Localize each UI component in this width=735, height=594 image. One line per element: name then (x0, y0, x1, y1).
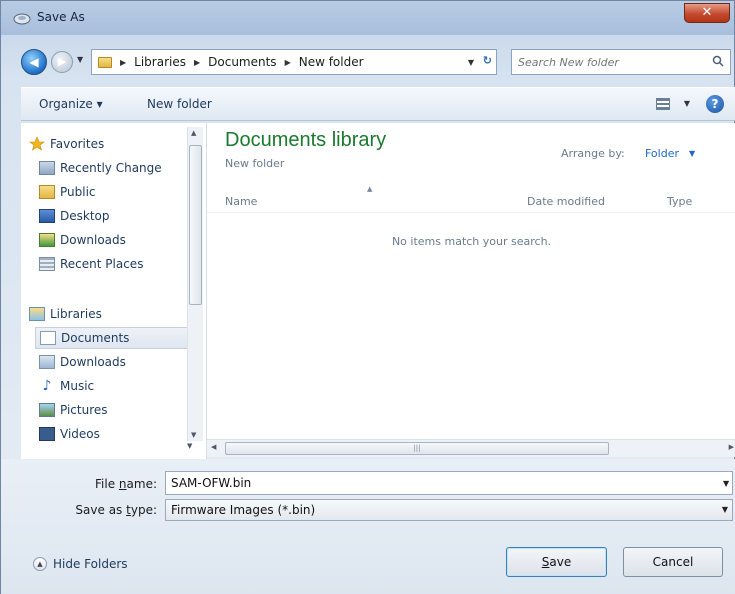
forward-button[interactable]: ▶ (51, 51, 73, 73)
sidebar-item-music[interactable]: ♪ Music (39, 375, 95, 397)
arrange-by-label: Arrange by: (561, 147, 625, 160)
command-bar: Organize ▾ New folder ▼ ? (21, 87, 735, 121)
scroll-right-arrow[interactable]: ▶ (729, 443, 734, 451)
refresh-icon[interactable]: ↻ (483, 54, 492, 67)
sidebar-item-public[interactable]: Public (39, 181, 96, 203)
save-as-icon (13, 13, 31, 25)
desktop-icon (39, 209, 55, 223)
sidebar-item-recent-places[interactable]: Recent Places (39, 253, 143, 275)
sidebar-item-recently-changed[interactable]: Recently Change (39, 157, 162, 179)
file-name-label: File name: (95, 477, 157, 491)
column-name[interactable]: Name (225, 195, 257, 208)
scroll-up-arrow[interactable]: ▲ (191, 129, 196, 137)
horizontal-scrollbar[interactable]: ◀ ||| ▶ (207, 439, 735, 457)
recent-pages-dropdown[interactable]: ▼ (77, 55, 83, 64)
breadcrumb-new-folder[interactable]: New folder (299, 55, 364, 69)
downloads-folder-icon (39, 233, 55, 247)
breadcrumb-documents[interactable]: Documents (208, 55, 276, 69)
view-options-icon[interactable] (656, 98, 670, 110)
sidebar-item-libraries[interactable]: Libraries (29, 303, 102, 325)
chevron-right-icon[interactable]: ▶ (285, 58, 291, 67)
sidebar-item-label: Public (60, 185, 96, 199)
new-folder-button[interactable]: New folder (147, 97, 212, 111)
music-icon: ♪ (42, 378, 52, 394)
sidebar-item-label: Documents (61, 331, 130, 345)
save-as-type-select[interactable]: Firmware Images (*.bin) ▼ (165, 499, 733, 521)
save-options-panel: File name: ▼ Save as type: Firmware Imag… (1, 459, 735, 594)
arrange-by-dropdown[interactable]: Folder (645, 147, 679, 160)
videos-icon (39, 427, 55, 441)
folder-icon (39, 185, 55, 199)
window-title: Save As (37, 10, 85, 24)
breadcrumb-libraries[interactable]: Libraries (134, 55, 186, 69)
save-as-type-value: Firmware Images (*.bin) (171, 503, 316, 517)
folder-icon (98, 56, 112, 68)
column-header-row: Name ▲ Date modified Type (207, 185, 735, 213)
back-button[interactable]: ◀ (21, 49, 47, 75)
file-name-input[interactable] (165, 471, 733, 495)
sidebar-item-downloads[interactable]: Downloads (39, 229, 126, 251)
search-icon (712, 55, 724, 67)
search-input[interactable] (512, 50, 692, 74)
save-as-type-label: Save as type: (75, 503, 157, 517)
sort-indicator-icon: ▲ (367, 185, 373, 193)
cancel-button[interactable]: Cancel (623, 547, 723, 577)
help-icon[interactable]: ? (706, 95, 724, 113)
sidebar-item-label: Pictures (60, 403, 108, 417)
sidebar-item-label: Downloads (60, 233, 126, 247)
chevron-right-icon[interactable]: ▶ (194, 58, 200, 67)
navigation-pane: Favorites Recently Change Public Desktop… (21, 123, 207, 459)
chevron-down-icon[interactable]: ▼ (689, 149, 695, 158)
hide-folders-toggle[interactable]: ▲ Hide Folders (33, 557, 128, 571)
sidebar-item-label: Music (60, 379, 95, 393)
scroll-down-arrow[interactable]: ▼ (191, 431, 196, 439)
navigation-pane-scrollbar[interactable]: ▲ ▼ (187, 127, 203, 441)
sidebar-item-desktop[interactable]: Desktop (39, 205, 110, 227)
sidebar-item-label: Videos (60, 427, 100, 441)
sidebar-item-label: Favorites (50, 137, 105, 151)
documents-icon (40, 331, 56, 345)
sidebar-item-library-downloads[interactable]: Downloads (39, 351, 126, 373)
sidebar-item-pictures[interactable]: Pictures (39, 399, 108, 421)
address-dropdown-icon[interactable]: ▼ (468, 58, 474, 67)
scroll-left-arrow[interactable]: ◀ (211, 443, 216, 451)
navigation-pane-scroll-icon[interactable]: ▼ (187, 442, 192, 450)
libraries-icon (29, 307, 45, 321)
sidebar-item-favorites[interactable]: Favorites (29, 133, 104, 155)
recent-places-icon (39, 257, 55, 271)
library-subtitle: New folder (225, 157, 285, 170)
scrollbar-thumb[interactable] (189, 145, 202, 305)
sidebar-item-videos[interactable]: Videos (39, 423, 100, 445)
sidebar-item-label: Recently Change (60, 161, 162, 175)
search-box[interactable] (511, 49, 731, 75)
address-bar[interactable]: ▶ Libraries ▶ Documents ▶ New folder ▼ ↻ (91, 49, 497, 75)
save-as-dialog: Save As ✕ ◀ ▶ ▼ ▶ Libraries ▶ Documents … (0, 0, 735, 594)
column-date-modified[interactable]: Date modified (527, 195, 605, 208)
title-bar[interactable]: Save As ✕ (1, 1, 734, 35)
file-name-dropdown-icon[interactable]: ▼ (723, 479, 729, 488)
navigation-bar: ◀ ▶ ▼ ▶ Libraries ▶ Documents ▶ New fold… (1, 43, 734, 79)
library-title: Documents library (225, 129, 387, 151)
sidebar-item-documents[interactable]: Documents (35, 327, 191, 349)
chevron-right-icon[interactable]: ▶ (120, 58, 126, 67)
scrollbar-thumb[interactable]: ||| (225, 442, 609, 455)
empty-state-message: No items match your search. (391, 235, 552, 248)
sidebar-item-label: Downloads (60, 355, 126, 369)
chevron-down-icon[interactable]: ▼ (722, 500, 728, 520)
collapse-icon: ▲ (33, 557, 47, 571)
view-dropdown-icon[interactable]: ▼ (684, 99, 690, 108)
close-button[interactable]: ✕ (684, 3, 730, 23)
column-type[interactable]: Type (667, 195, 692, 208)
file-list-area: Documents library New folder Arrange by:… (207, 123, 735, 439)
hide-folders-label: Hide Folders (53, 557, 128, 571)
save-button[interactable]: Save (506, 547, 607, 577)
sidebar-item-label: Libraries (50, 307, 102, 321)
sidebar-item-label: Recent Places (60, 257, 144, 271)
sidebar-item-label: Desktop (60, 209, 110, 223)
downloads-icon (39, 355, 55, 369)
organize-button[interactable]: Organize ▾ (39, 97, 103, 111)
recent-folder-icon (39, 161, 55, 175)
star-icon (29, 137, 45, 151)
pictures-icon (39, 403, 55, 417)
